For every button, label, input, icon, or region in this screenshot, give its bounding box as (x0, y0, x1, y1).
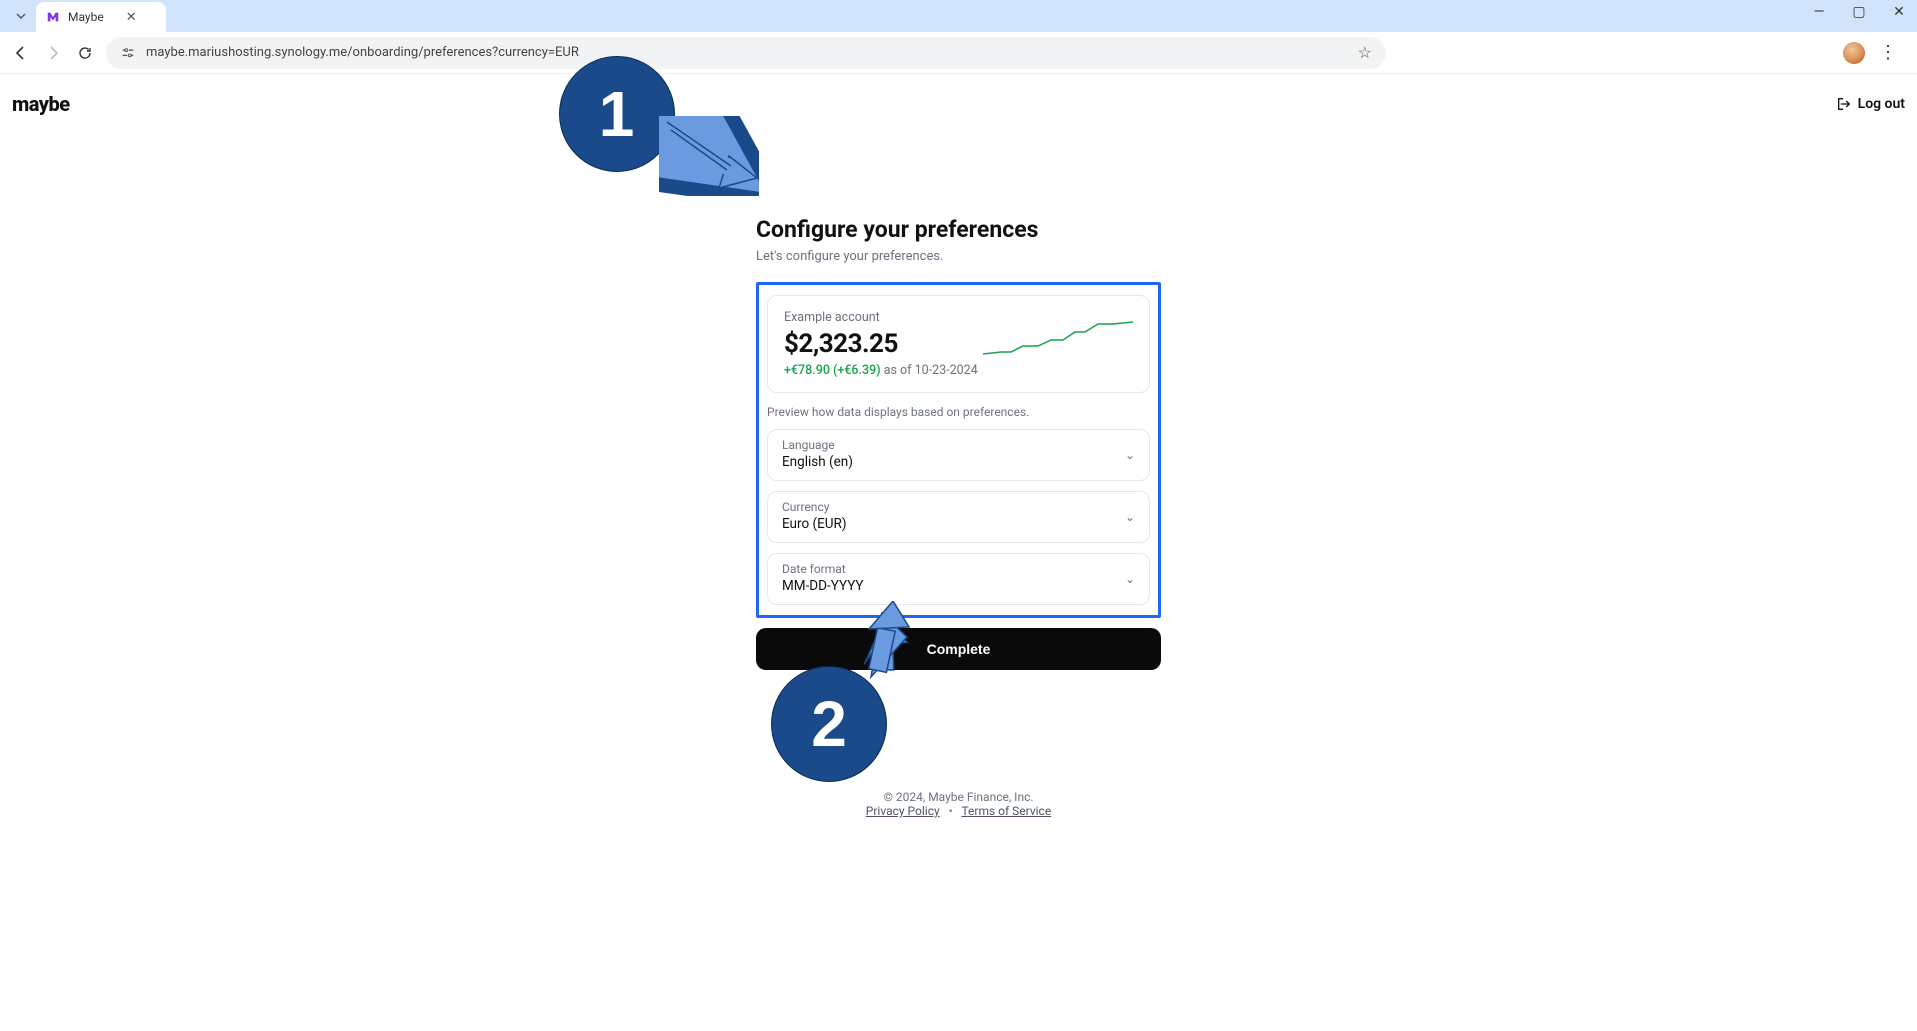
callout-circle: 2 (771, 666, 887, 782)
chevron-down-icon: ⌄ (1125, 448, 1135, 462)
browser-tab[interactable]: Maybe ✕ (36, 2, 166, 32)
arrow-right-icon (45, 45, 61, 61)
date-format-label: Date format (782, 562, 1135, 576)
footer: © 2024, Maybe Finance, Inc. Privacy Poli… (866, 790, 1051, 818)
tab-favicon (46, 10, 60, 24)
footer-privacy-link[interactable]: Privacy Policy (866, 804, 940, 818)
page-subtitle: Let's configure your preferences. (756, 249, 1161, 264)
currency-value: Euro (EUR) (782, 516, 1135, 532)
address-bar-url: maybe.mariushosting.synology.me/onboardi… (146, 45, 1348, 60)
main-content: 1 Configure your preferences Let's confi… (0, 116, 1917, 818)
reload-icon (77, 45, 93, 61)
preview-sparkline-chart (983, 318, 1133, 358)
currency-select[interactable]: Currency Euro (EUR) ⌄ (767, 491, 1150, 543)
address-bar[interactable]: maybe.mariushosting.synology.me/onboardi… (106, 37, 1386, 69)
language-label: Language (782, 438, 1135, 452)
date-format-select[interactable]: Date format MM-DD-YYYY ⌄ (767, 553, 1150, 605)
chevron-down-icon: ⌄ (1125, 510, 1135, 524)
nav-back-button[interactable] (10, 42, 32, 64)
window-minimize-button[interactable]: — (1807, 4, 1831, 20)
tab-title: Maybe (68, 10, 104, 24)
preferences-container: Configure your preferences Let's configu… (756, 216, 1161, 670)
footer-terms-link[interactable]: Terms of Service (961, 804, 1051, 818)
arrow-left-icon (13, 45, 29, 61)
logout-label: Log out (1858, 96, 1905, 112)
browser-tab-strip: Maybe ✕ — ▢ ✕ (0, 0, 1917, 32)
logout-icon (1836, 96, 1852, 112)
page-title: Configure your preferences (756, 216, 1161, 243)
preview-card: Example account $2,323.25 +€78.90 (+€6.3… (767, 295, 1150, 393)
preview-delta-gain: +€78.90 (+€6.39) (784, 363, 881, 378)
chevron-down-icon: ⌄ (1125, 572, 1135, 586)
nav-forward-button[interactable] (42, 42, 64, 64)
preview-note: Preview how data displays based on prefe… (767, 405, 1150, 419)
logout-button[interactable]: Log out (1836, 96, 1905, 112)
language-value: English (en) (782, 454, 1135, 470)
window-close-button[interactable]: ✕ (1887, 4, 1911, 20)
language-select[interactable]: Language English (en) ⌄ (767, 429, 1150, 481)
browser-toolbar: maybe.mariushosting.synology.me/onboardi… (0, 32, 1917, 74)
tab-search-button[interactable] (8, 3, 34, 29)
currency-label: Currency (782, 500, 1135, 514)
app-header: maybe Log out (0, 74, 1917, 116)
tab-close-icon[interactable]: ✕ (126, 10, 137, 25)
nav-reload-button[interactable] (74, 42, 96, 64)
date-format-value: MM-DD-YYYY (782, 578, 1135, 594)
highlighted-form-area: Example account $2,323.25 +€78.90 (+€6.3… (756, 282, 1161, 618)
window-controls: — ▢ ✕ (1807, 4, 1911, 20)
footer-separator: • (949, 804, 953, 818)
window-maximize-button[interactable]: ▢ (1847, 4, 1871, 20)
profile-avatar[interactable] (1843, 42, 1865, 64)
bookmark-star-icon[interactable]: ☆ (1358, 43, 1372, 62)
app-logo: maybe (12, 92, 70, 116)
preview-delta: +€78.90 (+€6.39) as of 10-23-2024 (784, 363, 1133, 378)
complete-button[interactable]: Complete (756, 628, 1161, 670)
footer-copyright: © 2024, Maybe Finance, Inc. (866, 790, 1051, 804)
callout-number: 2 (811, 687, 847, 761)
arrow-icon (659, 116, 759, 196)
site-settings-icon[interactable] (120, 45, 136, 61)
chevron-down-icon (15, 10, 27, 22)
browser-menu-button[interactable]: ⋮ (1879, 42, 1897, 63)
preview-delta-asof: as of 10-23-2024 (884, 363, 978, 378)
